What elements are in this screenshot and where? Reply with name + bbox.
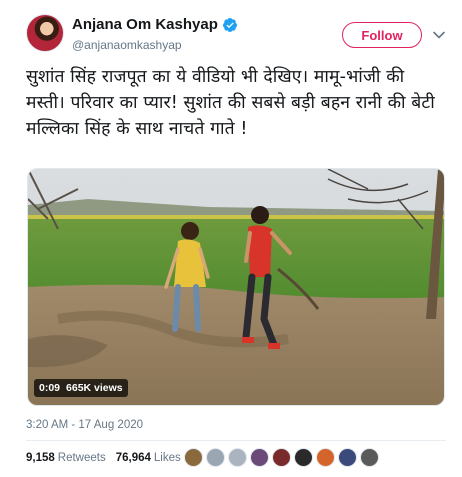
video-stats-badge: 0:09 665K views xyxy=(34,379,128,397)
liker-avatar[interactable] xyxy=(206,448,225,467)
engagement-stats: 9,158 Retweets 76,964 Likes xyxy=(26,452,191,464)
liker-avatar[interactable] xyxy=(250,448,269,467)
video-views: 665K views xyxy=(66,382,123,394)
retweets-label[interactable]: Retweets xyxy=(58,452,106,464)
tweet-text: सुशांत सिंह राजपूत का ये वीडियो भी देखिए… xyxy=(26,67,435,139)
author-handle[interactable]: @anjanaomkashyap xyxy=(72,38,182,52)
retweets-count[interactable]: 9,158 xyxy=(26,452,55,464)
video-frame xyxy=(28,169,444,405)
liker-avatars xyxy=(184,448,379,467)
video-player[interactable]: 0:09 665K views xyxy=(27,168,445,406)
liker-avatar[interactable] xyxy=(272,448,291,467)
avatar[interactable] xyxy=(26,14,64,52)
chevron-down-icon[interactable] xyxy=(432,28,446,42)
tweet-timestamp[interactable]: 3:20 AM - 17 Aug 2020 xyxy=(26,419,143,431)
follow-button[interactable]: Follow xyxy=(342,22,422,48)
liker-avatar[interactable] xyxy=(360,448,379,467)
likes-label[interactable]: Likes xyxy=(154,452,181,464)
liker-avatar[interactable] xyxy=(294,448,313,467)
author-name-row[interactable]: Anjana Om Kashyap xyxy=(72,16,238,33)
divider xyxy=(26,440,446,441)
video-duration: 0:09 xyxy=(39,382,61,394)
tweet-header: Anjana Om Kashyap @anjanaomkashyap Follo… xyxy=(26,14,450,58)
liker-avatar[interactable] xyxy=(228,448,247,467)
liker-avatar[interactable] xyxy=(316,448,335,467)
liker-avatar[interactable] xyxy=(184,448,203,467)
author-display-name[interactable]: Anjana Om Kashyap xyxy=(72,16,218,33)
liker-avatar[interactable] xyxy=(338,448,357,467)
likes-count[interactable]: 76,964 xyxy=(116,452,151,464)
verified-icon xyxy=(222,17,237,32)
